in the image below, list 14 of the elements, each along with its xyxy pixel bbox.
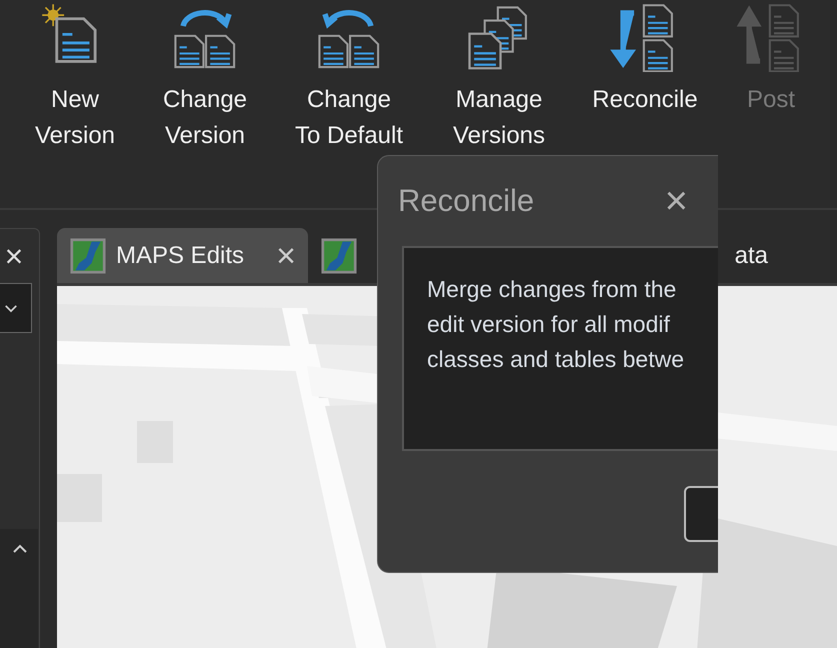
- button-label: Change: [306, 85, 392, 115]
- button-label: Versions: [452, 121, 546, 151]
- button-label: Reconcile: [592, 85, 698, 115]
- tooltip-title: Reconcile: [398, 183, 534, 219]
- button-label: Change: [162, 85, 248, 115]
- button-label: New: [50, 85, 99, 115]
- button-label: Version: [34, 121, 116, 151]
- button-label: To Default: [294, 121, 404, 151]
- description-line: edit version for all modif: [427, 310, 671, 339]
- description-line: Merge changes from the: [427, 275, 678, 304]
- button-label: Manage: [456, 85, 542, 115]
- button-label: Version: [164, 121, 246, 151]
- description-line: classes and tables betwe: [427, 345, 685, 374]
- button-label: Post: [746, 85, 796, 115]
